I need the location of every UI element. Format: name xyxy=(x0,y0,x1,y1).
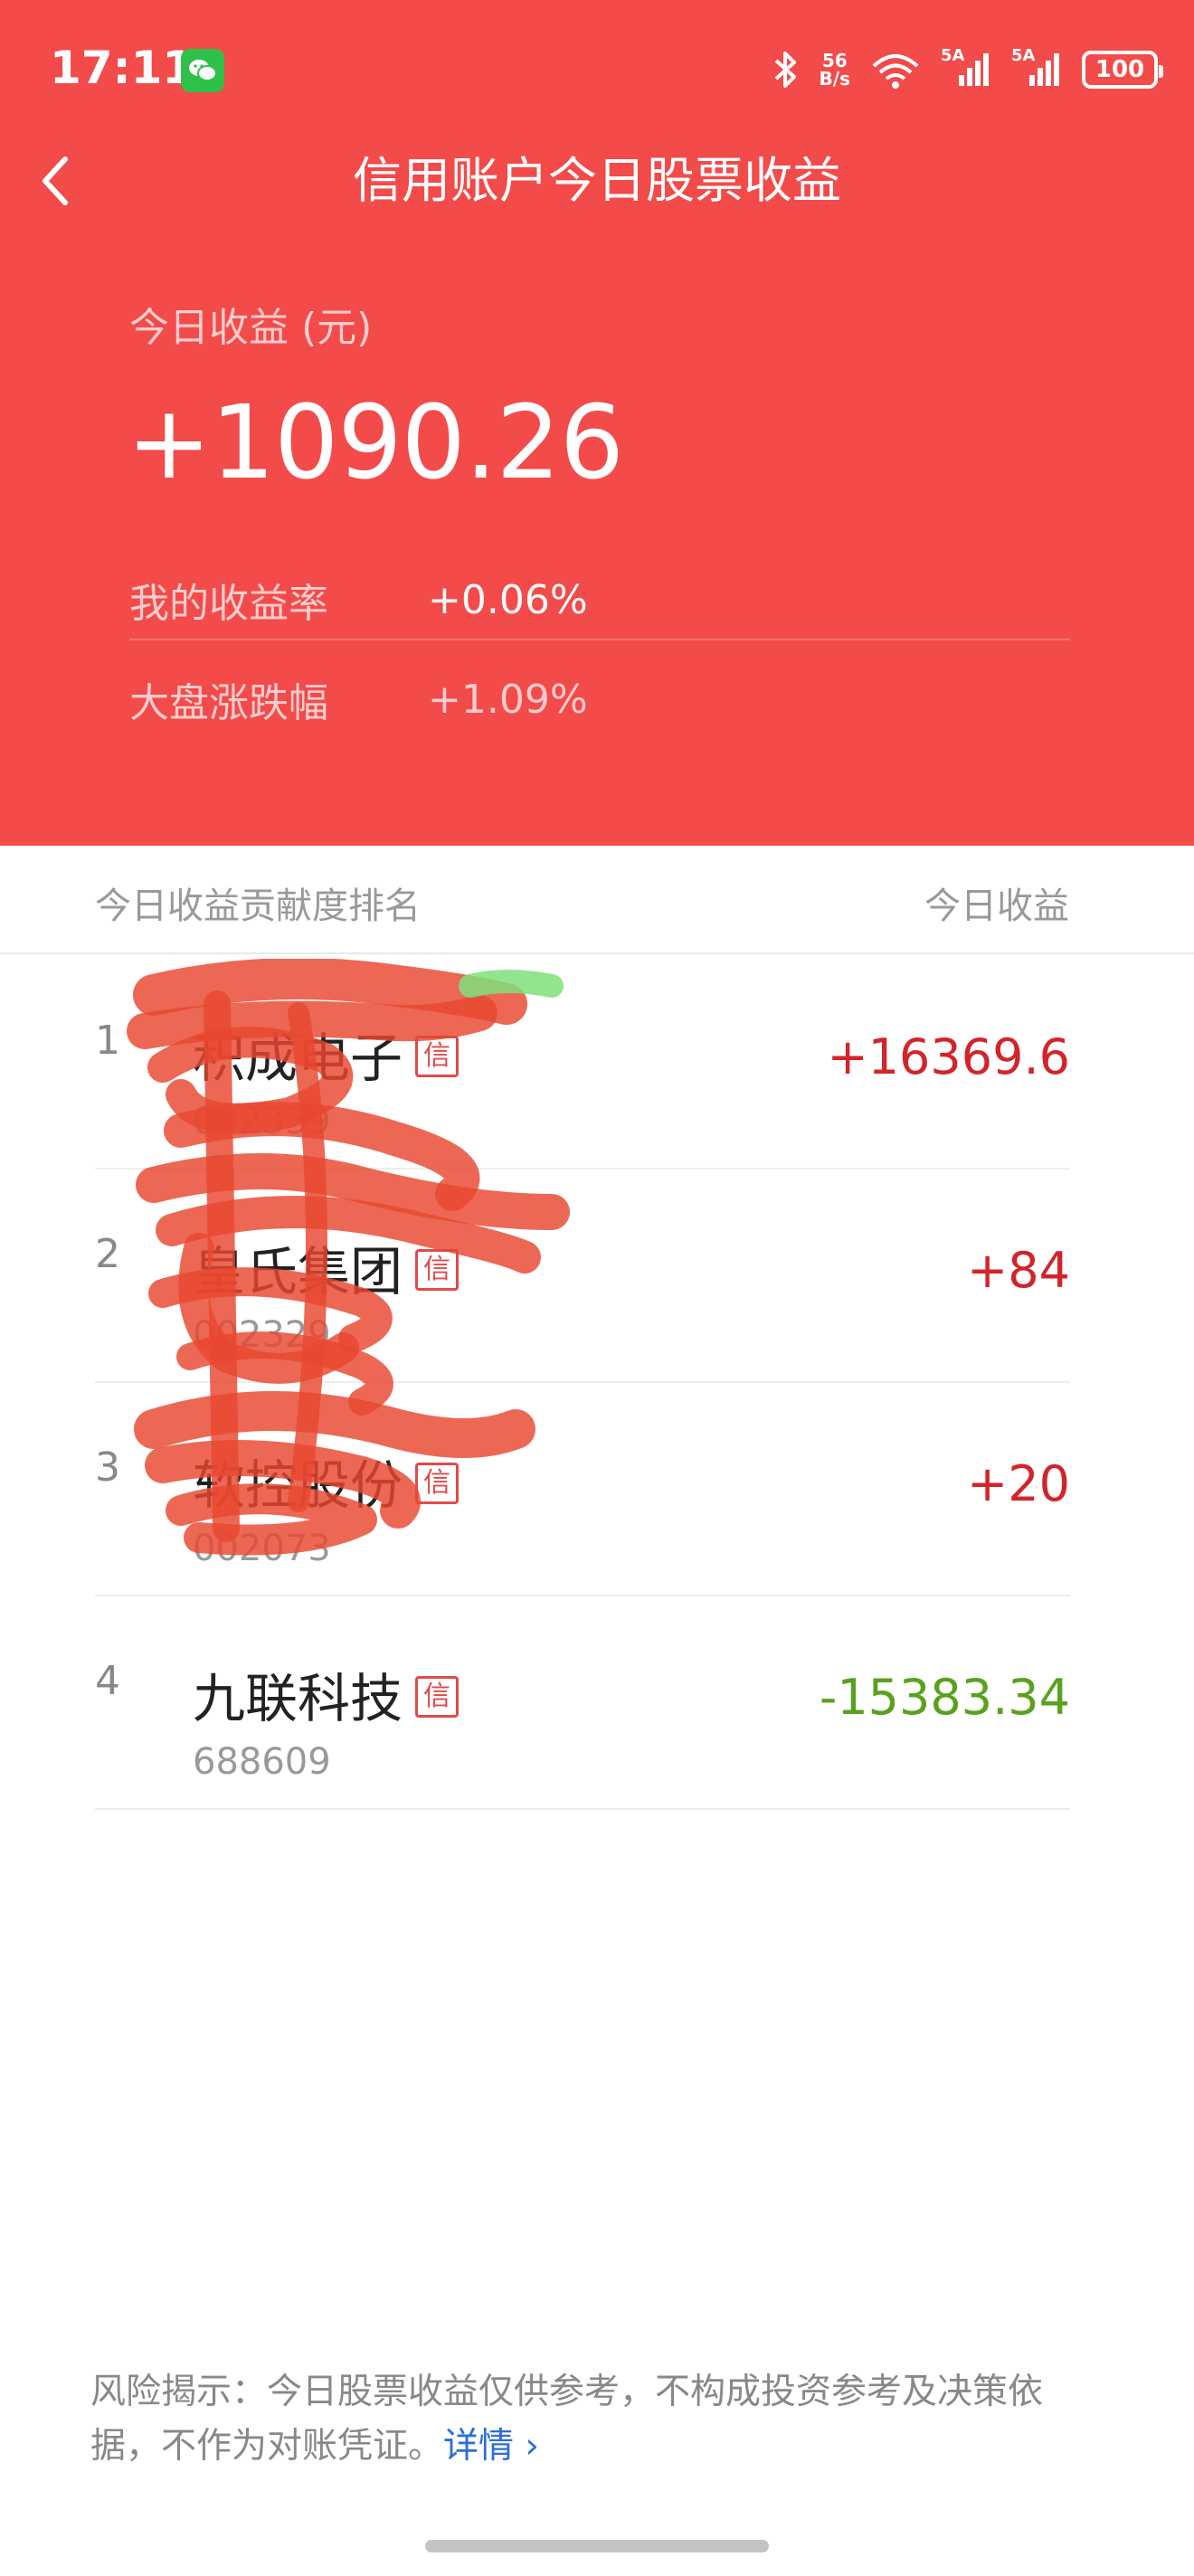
stock-gain: +84 xyxy=(967,1242,1070,1299)
signal-label-1: 5A xyxy=(941,46,965,65)
stock-gain: +20 xyxy=(967,1455,1070,1512)
stock-code: 002073 xyxy=(193,1528,331,1569)
network-speed: 56 B/s xyxy=(820,52,850,88)
earnings-label: 今日收益 (元) xyxy=(129,305,373,351)
ranking-list: 1 积成电子信 002339 +16369.6 2 皇氏集团信 002329 +… xyxy=(95,956,1070,1810)
wifi-icon xyxy=(870,50,921,90)
rank-number: 2 xyxy=(95,1231,120,1277)
home-indicator[interactable] xyxy=(425,2540,769,2552)
stock-name-text: 九联科技 xyxy=(193,1668,403,1729)
credit-tag: 信 xyxy=(415,1675,460,1718)
stock-name-text: 积成电子 xyxy=(193,1028,403,1089)
header-panel: 17:11 56 B/s 5A 5A 100 信用账户今日股票收益 今日收益 (… xyxy=(0,0,1194,846)
status-time: 17:11 xyxy=(50,42,194,94)
my-rate-value: +0.06% xyxy=(428,576,588,623)
stock-name: 积成电子信 xyxy=(193,1016,460,1092)
status-icons: 56 B/s 5A 5A 100 xyxy=(772,46,1163,92)
stock-name: 软控股份信 xyxy=(193,1443,460,1519)
my-rate-label: 我的收益率 xyxy=(129,581,328,627)
cell-signal-icon: 5A xyxy=(941,46,991,90)
stock-code: 688609 xyxy=(193,1741,331,1783)
ranking-header: 今日收益贡献度排名 今日收益 xyxy=(0,846,1194,954)
rank-number: 3 xyxy=(95,1444,120,1491)
stock-gain: -15383.34 xyxy=(819,1669,1070,1726)
cell-signal-icon: 5A xyxy=(1011,46,1062,90)
market-change-row: 大盘涨跌幅 +1.09% xyxy=(129,663,1070,735)
earnings-value: +1090.26 xyxy=(127,384,624,502)
rank-number: 1 xyxy=(95,1018,120,1064)
nav-bar: 信用账户今日股票收益 xyxy=(0,136,1194,226)
wechat-icon xyxy=(181,49,224,92)
ranking-header-gain: 今日收益 xyxy=(924,886,1069,927)
stock-name-text: 软控股份 xyxy=(193,1454,403,1516)
ranking-header-title: 今日收益贡献度排名 xyxy=(95,886,421,927)
list-item[interactable]: 1 积成电子信 002339 +16369.6 xyxy=(95,956,1070,1170)
status-bar: 17:11 56 B/s 5A 5A 100 xyxy=(0,0,1194,136)
market-change-value: +1.09% xyxy=(428,676,588,723)
list-item[interactable]: 3 软控股份信 002073 +20 xyxy=(95,1383,1070,1596)
risk-disclaimer: 风险揭示：今日股票收益仅供参考，不构成投资参考及决策依据，不作为对账凭证。详情 … xyxy=(90,2365,1094,2474)
my-rate-row: 我的收益率 +0.06% xyxy=(129,568,1070,640)
list-item[interactable]: 4 九联科技信 688609 -15383.34 xyxy=(95,1596,1070,1810)
list-item[interactable]: 2 皇氏集团信 002329 +84 xyxy=(95,1170,1070,1383)
stock-name: 皇氏集团信 xyxy=(193,1229,460,1305)
details-link[interactable]: 详情 › xyxy=(443,2426,539,2467)
credit-tag: 信 xyxy=(415,1462,460,1504)
credit-tag: 信 xyxy=(415,1035,460,1077)
battery-icon: 100 xyxy=(1082,51,1163,89)
battery-level: 100 xyxy=(1094,56,1145,83)
stock-code: 002329 xyxy=(193,1314,331,1356)
stock-name: 九联科技信 xyxy=(193,1656,460,1732)
market-change-label: 大盘涨跌幅 xyxy=(129,680,328,726)
signal-label-2: 5A xyxy=(1011,46,1036,65)
page-title: 信用账户今日股票收益 xyxy=(353,152,841,209)
stock-gain: +16369.6 xyxy=(827,1028,1070,1085)
credit-tag: 信 xyxy=(415,1248,460,1291)
bluetooth-icon xyxy=(772,50,800,90)
rank-number: 4 xyxy=(95,1658,120,1704)
network-speed-unit: B/s xyxy=(819,68,850,90)
risk-disclaimer-text: 风险揭示：今日股票收益仅供参考，不构成投资参考及决策依据，不作为对账凭证。 xyxy=(90,2372,1044,2467)
stock-code: 002339 xyxy=(193,1101,331,1142)
stock-name-text: 皇氏集团 xyxy=(193,1241,403,1302)
